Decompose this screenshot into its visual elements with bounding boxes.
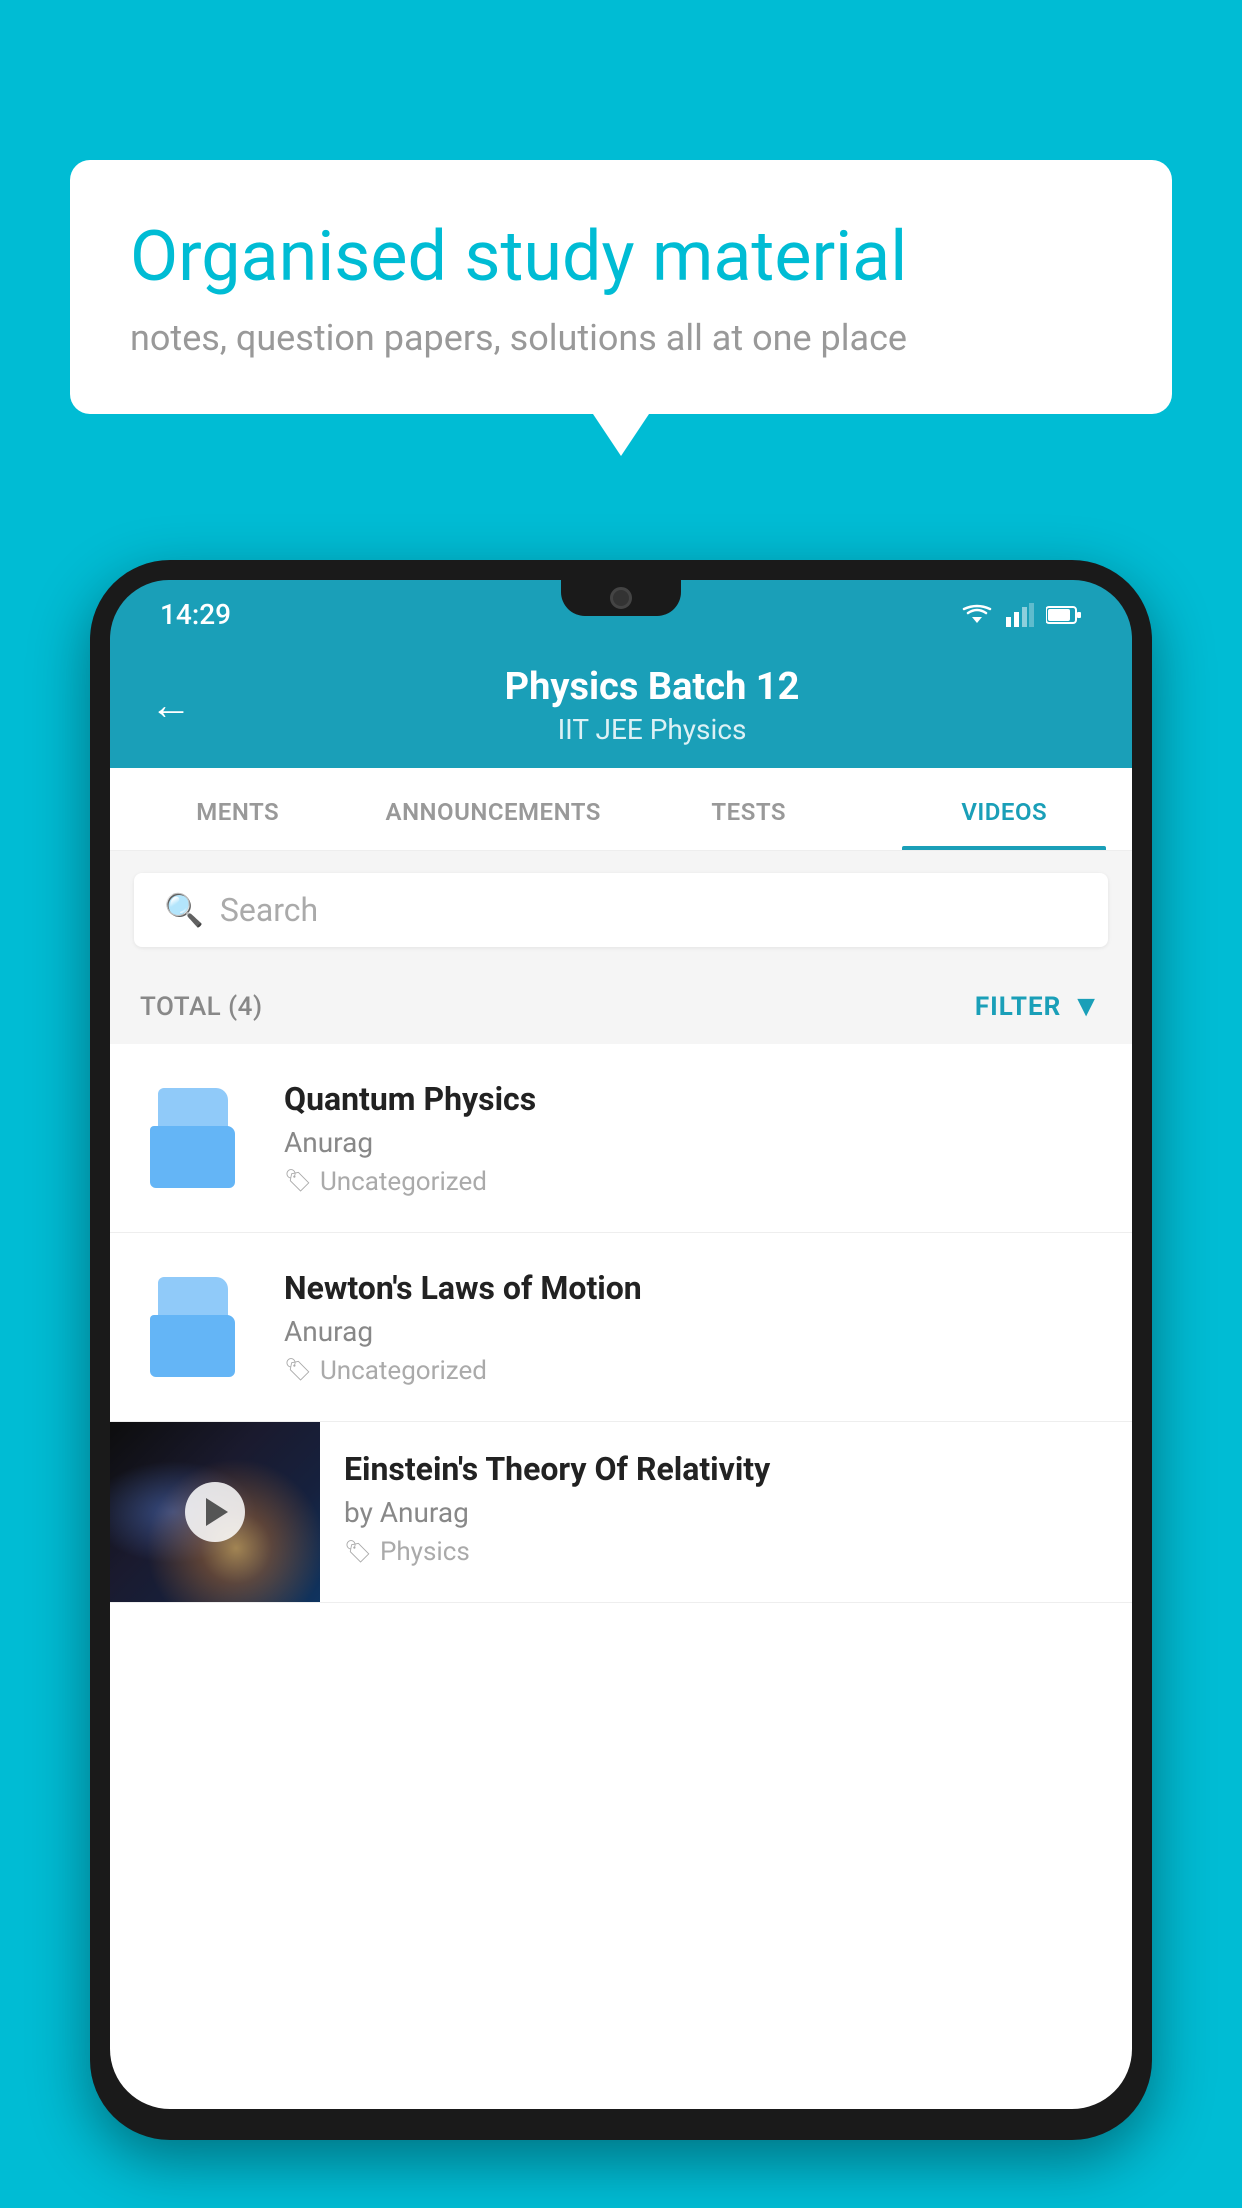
tabs-bar: MENTS ANNOUNCEMENTS TESTS VIDEOS <box>110 768 1132 851</box>
video-info: Newton's Laws of Motion Anurag 🏷 Uncateg… <box>284 1269 1102 1386</box>
app-header-center: Physics Batch 12 IIT JEE Physics <box>212 665 1092 746</box>
battery-icon <box>1046 605 1082 625</box>
video-author: by Anurag <box>344 1496 1102 1529</box>
filter-label: FILTER <box>975 992 1061 1022</box>
speech-bubble-container: Organised study material notes, question… <box>70 160 1172 414</box>
folder-icon <box>150 1088 250 1188</box>
play-icon <box>206 1498 228 1526</box>
video-author: Anurag <box>284 1315 1102 1348</box>
tag-label: Physics <box>380 1537 470 1567</box>
folder-icon <box>150 1277 250 1377</box>
video-author: Anurag <box>284 1126 1102 1159</box>
phone-outer: 14:29 <box>90 560 1152 2140</box>
list-item[interactable]: Newton's Laws of Motion Anurag 🏷 Uncateg… <box>110 1233 1132 1422</box>
video-tag: 🏷 Physics <box>344 1537 1102 1567</box>
app-header-subtitle: IIT JEE Physics <box>212 713 1092 746</box>
speech-bubble: Organised study material notes, question… <box>70 160 1172 414</box>
filter-icon: ▼ <box>1071 989 1102 1024</box>
app-header: ← Physics Batch 12 IIT JEE Physics <box>110 639 1132 768</box>
phone-screen: ← Physics Batch 12 IIT JEE Physics MENTS… <box>110 639 1132 2109</box>
tab-ments[interactable]: MENTS <box>110 768 366 850</box>
status-icons <box>960 603 1082 627</box>
play-button[interactable] <box>185 1482 245 1542</box>
video-info: Einstein's Theory Of Relativity by Anura… <box>320 1422 1132 1591</box>
einstein-thumbnail <box>110 1422 320 1602</box>
tag-label: Uncategorized <box>320 1356 487 1386</box>
video-tag: 🏷 Uncategorized <box>284 1356 1102 1386</box>
filter-bar: TOTAL (4) FILTER ▼ <box>110 969 1132 1044</box>
tab-tests[interactable]: TESTS <box>621 768 877 850</box>
video-list: Quantum Physics Anurag 🏷 Uncategorized <box>110 1044 1132 1603</box>
total-count-label: TOTAL (4) <box>140 992 263 1022</box>
list-item[interactable]: Einstein's Theory Of Relativity by Anura… <box>110 1422 1132 1603</box>
back-button[interactable]: ← <box>150 681 192 730</box>
tag-icon: 🏷 <box>284 1169 312 1194</box>
video-title: Newton's Laws of Motion <box>284 1269 1102 1307</box>
speech-bubble-subtitle: notes, question papers, solutions all at… <box>130 317 1112 359</box>
tag-icon: 🏷 <box>284 1358 312 1383</box>
video-tag: 🏷 Uncategorized <box>284 1167 1102 1197</box>
app-header-title: Physics Batch 12 <box>212 665 1092 709</box>
phone-camera <box>610 587 632 609</box>
phone-container: 14:29 <box>90 560 1152 2208</box>
tab-videos[interactable]: VIDEOS <box>877 768 1133 850</box>
search-bar[interactable]: 🔍 Search <box>134 873 1108 947</box>
wifi-icon <box>960 603 994 627</box>
tab-announcements[interactable]: ANNOUNCEMENTS <box>366 768 622 850</box>
list-item[interactable]: Quantum Physics Anurag 🏷 Uncategorized <box>110 1044 1132 1233</box>
video-title: Quantum Physics <box>284 1080 1102 1118</box>
tag-icon: 🏷 <box>344 1540 372 1565</box>
signal-icon <box>1006 603 1034 627</box>
status-bar: 14:29 <box>110 580 1132 639</box>
video-info: Quantum Physics Anurag 🏷 Uncategorized <box>284 1080 1102 1197</box>
phone-notch <box>561 580 681 616</box>
folder-thumbnail <box>140 1267 260 1387</box>
filter-button[interactable]: FILTER ▼ <box>975 989 1102 1024</box>
search-icon: 🔍 <box>164 891 204 929</box>
folder-thumbnail <box>140 1078 260 1198</box>
status-time: 14:29 <box>160 598 231 631</box>
search-placeholder: Search <box>220 891 318 929</box>
search-container: 🔍 Search <box>110 851 1132 969</box>
tag-label: Uncategorized <box>320 1167 487 1197</box>
video-title: Einstein's Theory Of Relativity <box>344 1450 1102 1488</box>
speech-bubble-title: Organised study material <box>130 215 1112 299</box>
